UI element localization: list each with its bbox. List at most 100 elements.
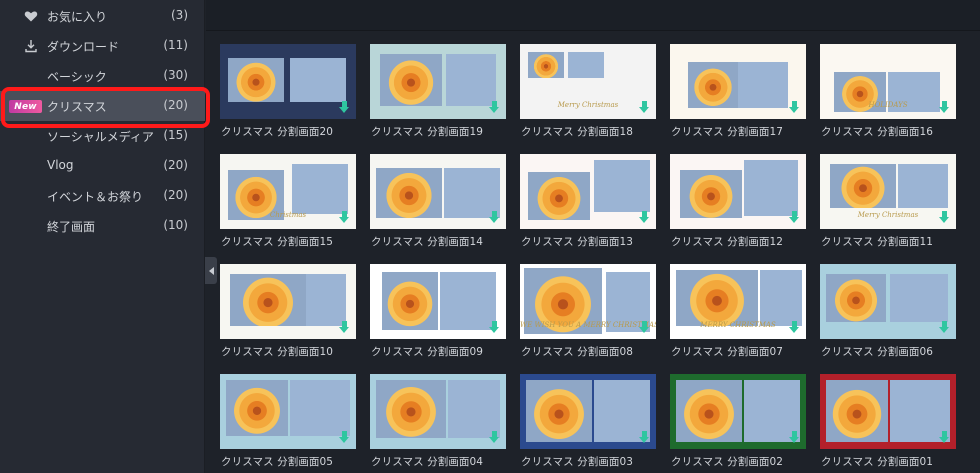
template-tile[interactable]: Merry Christmas クリスマス 分割画面18 bbox=[520, 44, 656, 138]
highlight-annotation bbox=[1, 87, 210, 128]
template-thumbnail[interactable] bbox=[370, 264, 506, 339]
sidebar-item-label: ベーシック bbox=[47, 70, 107, 84]
template-tile[interactable]: Merry Christmas クリスマス 分割画面11 bbox=[820, 154, 956, 248]
download-icon[interactable] bbox=[489, 321, 500, 333]
split-pane-left bbox=[688, 62, 738, 108]
split-pane-right bbox=[760, 270, 802, 326]
template-tile[interactable]: クリスマス 分割画面20 bbox=[220, 44, 356, 138]
sidebar-item-vlog[interactable]: Vlog (20) bbox=[0, 151, 205, 181]
template-thumbnail[interactable] bbox=[670, 154, 806, 229]
template-thumbnail[interactable] bbox=[820, 374, 956, 449]
sidebar-item-label: Vlog bbox=[47, 158, 74, 172]
template-thumbnail[interactable]: Christmas bbox=[220, 154, 356, 229]
template-thumbnail[interactable]: HOLIDAYS bbox=[820, 44, 956, 119]
template-frame-text: Christmas bbox=[269, 211, 307, 219]
template-tile[interactable]: Christmas クリスマス 分割画面15 bbox=[220, 154, 356, 248]
template-thumbnail[interactable] bbox=[220, 264, 356, 339]
download-icon[interactable] bbox=[489, 101, 500, 113]
sidebar-item-favorites[interactable]: お気に入り (3) bbox=[0, 1, 205, 31]
template-tile[interactable]: MERRY CHRISTMAS クリスマス 分割画面07 bbox=[670, 264, 806, 358]
template-thumbnail[interactable]: Merry Christmas bbox=[520, 44, 656, 119]
template-thumbnail[interactable] bbox=[370, 44, 506, 119]
top-toolbar bbox=[206, 0, 980, 31]
sidebar-item-count: (3) bbox=[171, 8, 188, 22]
download-icon[interactable] bbox=[939, 211, 950, 223]
template-tile[interactable]: クリスマス 分割画面06 bbox=[820, 264, 956, 358]
download-icon[interactable] bbox=[489, 431, 500, 443]
sidebar-item-count: (10) bbox=[163, 218, 188, 232]
sidebar-item-end-screen[interactable]: 終了画面 (10) bbox=[0, 211, 205, 241]
split-pane-left bbox=[528, 52, 564, 78]
download-icon[interactable] bbox=[789, 321, 800, 333]
download-icon[interactable] bbox=[789, 431, 800, 443]
template-tile[interactable]: クリスマス 分割画面10 bbox=[220, 264, 356, 358]
split-pane-left bbox=[526, 380, 592, 442]
template-thumbnail[interactable]: MERRY CHRISTMAS bbox=[670, 264, 806, 339]
template-frame-text: Merry Christmas bbox=[857, 211, 919, 219]
template-thumbnail[interactable] bbox=[520, 374, 656, 449]
download-icon[interactable] bbox=[639, 431, 650, 443]
download-icon[interactable] bbox=[639, 321, 650, 333]
sidebar-item-events[interactable]: イベント＆お祭り (20) bbox=[0, 181, 205, 211]
download-icon[interactable] bbox=[639, 211, 650, 223]
download-icon[interactable] bbox=[339, 431, 350, 443]
template-thumbnail[interactable] bbox=[220, 374, 356, 449]
template-tile[interactable]: クリスマス 分割画面12 bbox=[670, 154, 806, 248]
split-pane-right bbox=[290, 58, 346, 102]
template-thumbnail[interactable] bbox=[670, 374, 806, 449]
split-pane-right bbox=[738, 62, 788, 108]
download-icon[interactable] bbox=[489, 211, 500, 223]
template-thumbnail[interactable] bbox=[820, 264, 956, 339]
download-icon[interactable] bbox=[939, 101, 950, 113]
template-tile[interactable]: クリスマス 分割画面03 bbox=[520, 374, 656, 468]
template-tile[interactable]: クリスマス 分割画面17 bbox=[670, 44, 806, 138]
template-name: クリスマス 分割画面02 bbox=[671, 456, 784, 468]
template-tile[interactable]: HOLIDAYS クリスマス 分割画面16 bbox=[820, 44, 956, 138]
download-icon[interactable] bbox=[789, 211, 800, 223]
download-icon[interactable] bbox=[639, 101, 650, 113]
download-icon[interactable] bbox=[939, 321, 950, 333]
download-icon[interactable] bbox=[339, 211, 350, 223]
template-tile[interactable]: WE WISH YOU A MERRY CHRISTMAS クリスマス 分割画面0… bbox=[520, 264, 656, 358]
split-pane-left bbox=[376, 380, 446, 438]
template-thumbnail[interactable] bbox=[670, 44, 806, 119]
heart-icon bbox=[24, 9, 38, 23]
chevron-left-icon bbox=[208, 266, 214, 275]
sidebar-item-downloads[interactable]: ダウンロード (11) bbox=[0, 31, 205, 61]
template-tile[interactable]: クリスマス 分割画面13 bbox=[520, 154, 656, 248]
template-name: クリスマス 分割画面15 bbox=[221, 236, 334, 248]
template-tile[interactable]: クリスマス 分割画面01 bbox=[820, 374, 956, 468]
split-pane-left bbox=[826, 274, 886, 322]
download-icon[interactable] bbox=[339, 321, 350, 333]
template-name: クリスマス 分割画面05 bbox=[221, 456, 334, 468]
download-icon[interactable] bbox=[789, 101, 800, 113]
template-name: クリスマス 分割画面16 bbox=[821, 126, 934, 138]
template-tile[interactable]: クリスマス 分割画面02 bbox=[670, 374, 806, 468]
template-tile[interactable]: クリスマス 分割画面09 bbox=[370, 264, 506, 358]
template-thumbnail[interactable] bbox=[220, 44, 356, 119]
template-name: クリスマス 分割画面09 bbox=[371, 346, 484, 358]
template-tile[interactable]: クリスマス 分割画面14 bbox=[370, 154, 506, 248]
template-tile[interactable]: クリスマス 分割画面19 bbox=[370, 44, 506, 138]
split-pane-left bbox=[680, 170, 742, 218]
template-name: クリスマス 分割画面14 bbox=[371, 236, 484, 248]
download-icon[interactable] bbox=[339, 101, 350, 113]
download-icon[interactable] bbox=[939, 431, 950, 443]
template-name: クリスマス 分割画面13 bbox=[521, 236, 634, 248]
template-thumbnail[interactable] bbox=[370, 154, 506, 229]
template-thumbnail[interactable]: Merry Christmas bbox=[820, 154, 956, 229]
collapse-sidebar-button[interactable] bbox=[205, 257, 217, 284]
split-pane-left bbox=[382, 272, 438, 330]
template-thumbnail[interactable] bbox=[520, 154, 656, 229]
template-name: クリスマス 分割画面07 bbox=[671, 346, 784, 358]
template-name: クリスマス 分割画面12 bbox=[671, 236, 784, 248]
template-name: クリスマス 分割画面10 bbox=[221, 346, 334, 358]
template-name: クリスマス 分割画面08 bbox=[521, 346, 634, 358]
template-thumbnail[interactable]: WE WISH YOU A MERRY CHRISTMAS bbox=[520, 264, 656, 339]
template-tile[interactable]: クリスマス 分割画面05 bbox=[220, 374, 356, 468]
template-tile[interactable]: クリスマス 分割画面04 bbox=[370, 374, 506, 468]
split-pane-right bbox=[744, 160, 798, 216]
sidebar-item-label: イベント＆お祭り bbox=[47, 190, 144, 204]
sidebar-item-label: お気に入り bbox=[47, 10, 108, 24]
template-thumbnail[interactable] bbox=[370, 374, 506, 449]
